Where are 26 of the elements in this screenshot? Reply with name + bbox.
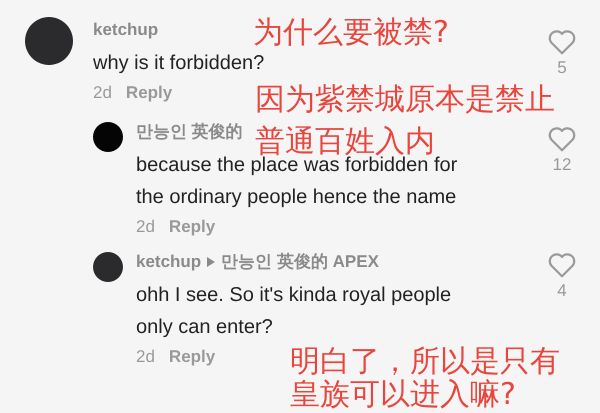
timestamp: 2d <box>136 346 155 368</box>
avatar[interactable] <box>93 122 123 152</box>
reply-button[interactable]: Reply <box>168 343 216 371</box>
triangle-icon <box>207 257 216 267</box>
annotation-text: 为什么要被禁? <box>253 17 449 49</box>
heart-icon[interactable] <box>547 28 577 56</box>
annotation-text: 皇族可以进入嘛? <box>290 379 516 411</box>
heart-icon[interactable] <box>547 251 577 279</box>
comment-text: why is it forbidden? <box>93 51 266 76</box>
username[interactable]: 만능인 英俊的 <box>136 120 243 144</box>
like-count: 5 <box>557 58 567 78</box>
username[interactable]: ketchup <box>136 250 202 274</box>
username[interactable]: 만능인 英俊的 APEX <box>221 250 379 274</box>
like-count: 12 <box>552 155 572 175</box>
reply-button[interactable]: Reply <box>126 79 172 107</box>
username[interactable]: ketchup <box>93 18 158 42</box>
timestamp: 2d <box>93 82 112 104</box>
avatar[interactable] <box>93 252 123 282</box>
like-count: 4 <box>557 281 567 301</box>
avatar[interactable] <box>25 17 73 65</box>
comment-text: ohh I see. So it's kinda royal people only can enter? <box>136 283 452 340</box>
reply-button[interactable]: Reply <box>168 213 216 241</box>
timestamp: 2d <box>136 216 155 238</box>
annotation-text: 明白了，所以是只有 <box>290 346 560 378</box>
annotation-text: 因为紫禁城原本是禁止 <box>255 84 555 116</box>
heart-icon[interactable] <box>547 125 577 153</box>
